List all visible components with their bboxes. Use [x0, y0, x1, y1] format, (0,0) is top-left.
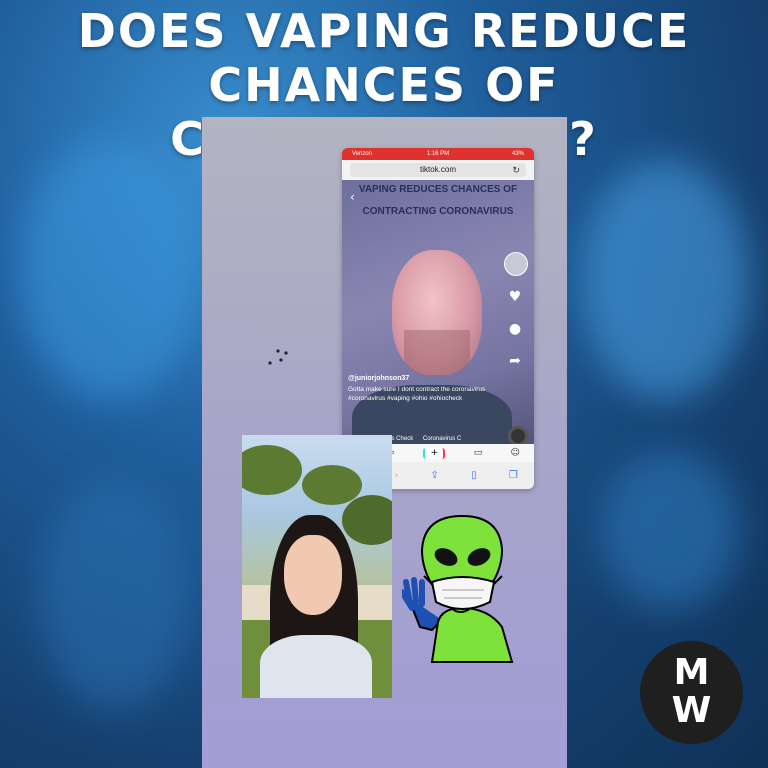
comment-icon[interactable]: ● — [504, 318, 526, 340]
browser-forward-icon[interactable]: › — [394, 470, 398, 481]
presenter-shirt — [260, 635, 372, 698]
sparkle-dots-decoration — [268, 349, 288, 365]
url-field[interactable]: tiktok.com ↻ — [350, 163, 526, 177]
background-blob — [600, 450, 740, 610]
share-sheet-icon[interactable]: ⇪ — [431, 470, 439, 481]
heart-icon[interactable]: ♥ — [504, 286, 526, 308]
presenter-face — [284, 535, 342, 615]
video-caption: @juniorjohnson37 Gotta make sure I dont … — [348, 374, 498, 403]
tabs-icon[interactable]: ❐ — [509, 470, 518, 481]
presenter-photo — [242, 435, 392, 698]
status-time: 1:16 PM — [426, 151, 450, 157]
url-bar[interactable]: tiktok.com ↻ — [342, 160, 534, 180]
username[interactable]: @juniorjohnson37 — [348, 374, 498, 383]
caption-text: Gotta make sure I dont contract the coro… — [348, 386, 486, 402]
status-bar: Verizon 1:16 PM 43% — [342, 148, 534, 160]
me-icon[interactable]: ☺ — [510, 448, 519, 458]
inbox-icon[interactable]: ▭ — [474, 448, 483, 458]
palm-tree — [242, 445, 302, 495]
video-title-line-2: CONTRACTING CORONAVIRUS — [362, 206, 514, 217]
alien-mask-sticker — [402, 514, 514, 663]
plus-icon[interactable]: + — [423, 447, 446, 459]
battery-label: 43% — [511, 151, 524, 157]
headline-line-1: DOES VAPING REDUCE — [77, 4, 691, 58]
logo-letter-top: M — [673, 652, 710, 693]
reload-icon[interactable]: ↻ — [512, 163, 520, 177]
video-frame[interactable]: VAPING REDUCES CHANCES OF CONTRACTING CO… — [342, 180, 534, 465]
palm-tree — [342, 495, 392, 545]
man-beard — [404, 330, 470, 375]
background-blob — [580, 160, 750, 400]
back-chevron-icon[interactable]: ‹ — [350, 190, 355, 204]
profile-icon[interactable] — [504, 252, 528, 276]
url-text: tiktok.com — [419, 165, 456, 174]
background-blob — [40, 480, 190, 710]
share-icon[interactable]: ➦ — [504, 350, 526, 372]
music-disc-icon[interactable] — [508, 426, 528, 446]
side-actions: ♥ ● ➦ — [504, 252, 528, 382]
mw-logo: M W — [640, 641, 743, 744]
logo-letter-bottom: W — [671, 690, 712, 731]
music-title-2: Coronavirus C — [422, 436, 462, 442]
background-blob — [20, 140, 200, 400]
bookmarks-icon[interactable]: ▯ — [471, 470, 477, 481]
video-title-line-1: VAPING REDUCES CHANCES OF — [358, 184, 518, 195]
